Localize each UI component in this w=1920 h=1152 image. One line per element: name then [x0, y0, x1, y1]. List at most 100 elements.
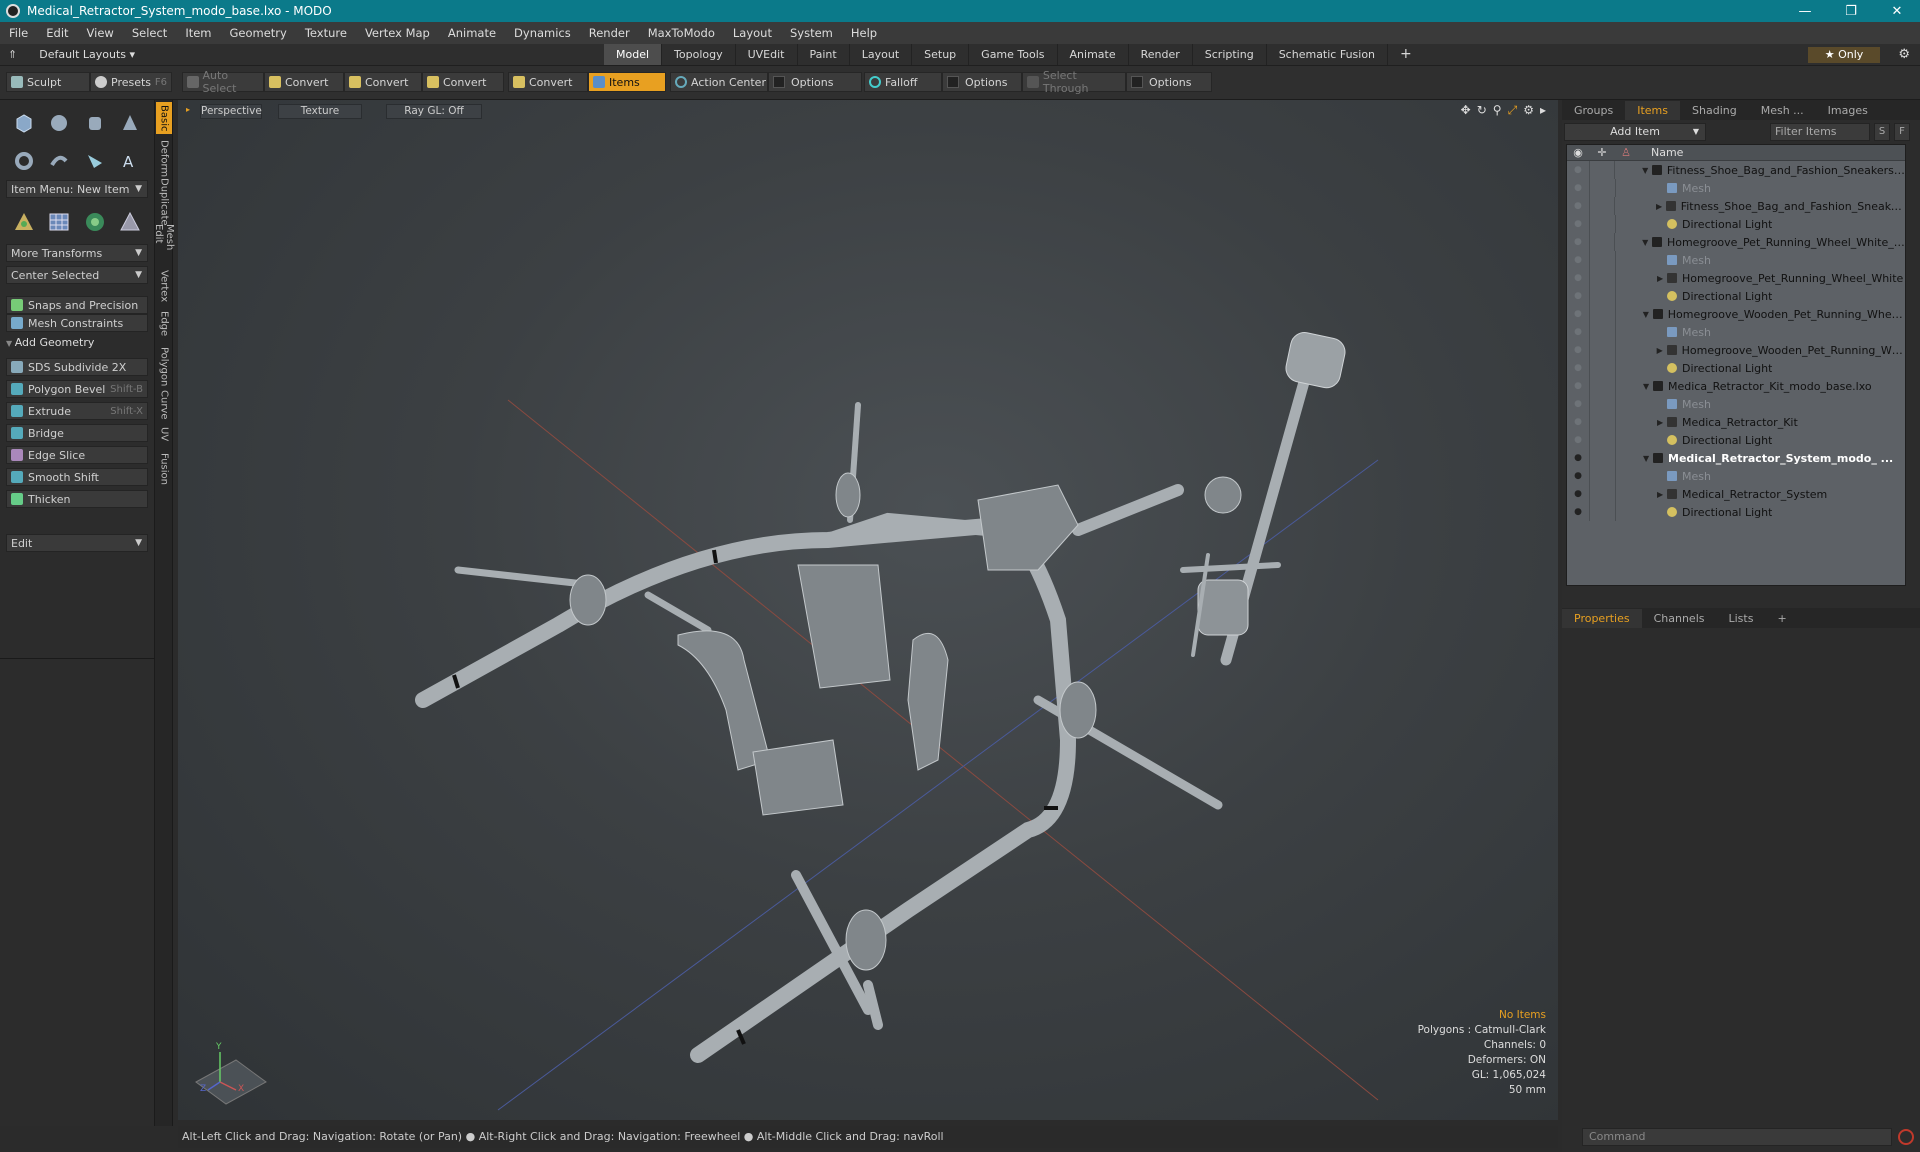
render-cell[interactable]: [1614, 341, 1637, 359]
tree-row[interactable]: ● Mesh: [1567, 323, 1905, 341]
menu-render[interactable]: Render: [580, 26, 639, 40]
render-cell[interactable]: [1615, 467, 1637, 485]
grid-icon[interactable]: [47, 210, 71, 234]
props-tab-channels[interactable]: Channels: [1642, 609, 1717, 628]
visibility-eye-icon[interactable]: ◉: [1567, 146, 1589, 159]
tree-row[interactable]: ● ▶ Homegroove_Wooden_Pet_Running_W ...: [1567, 341, 1905, 359]
visibility-eye-icon[interactable]: ●: [1567, 273, 1589, 283]
3d-viewport[interactable]: ▸ Perspective Texture Ray GL: Off ✥ ↻ ⚲ …: [178, 100, 1558, 1120]
add-item-dropdown[interactable]: Add Item ▼: [1564, 123, 1706, 141]
tab-paint[interactable]: Paint: [798, 44, 850, 65]
menu-view[interactable]: View: [78, 26, 123, 40]
lock-cell[interactable]: [1589, 485, 1615, 503]
menu-layout[interactable]: Layout: [724, 26, 781, 40]
collapsed-triangle-icon[interactable]: ▶: [1657, 346, 1667, 355]
expanded-triangle-icon[interactable]: ▼: [1642, 238, 1652, 247]
visibility-eye-icon[interactable]: ●: [1567, 327, 1589, 337]
tree-row[interactable]: ● Directional Light: [1567, 503, 1905, 521]
render-cell[interactable]: [1615, 179, 1637, 197]
name-column-header[interactable]: Name: [1651, 146, 1683, 159]
thicken-button[interactable]: Thicken: [6, 490, 148, 508]
render-cell[interactable]: [1615, 395, 1637, 413]
lock-cell[interactable]: [1589, 395, 1615, 413]
expanded-triangle-icon[interactable]: ▼: [1642, 166, 1652, 175]
expanded-triangle-icon[interactable]: ▼: [1643, 382, 1653, 391]
visibility-eye-icon[interactable]: ●: [1567, 507, 1589, 517]
tree-row[interactable]: ● Directional Light: [1567, 431, 1905, 449]
render-cell[interactable]: [1615, 503, 1637, 521]
lock-cell[interactable]: [1589, 215, 1615, 233]
menu-system[interactable]: System: [781, 26, 842, 40]
collapsed-triangle-icon[interactable]: ▶: [1656, 202, 1666, 211]
render-cell[interactable]: [1615, 287, 1637, 305]
tube-icon[interactable]: [47, 149, 71, 173]
action-center-button[interactable]: Action Center: [670, 72, 768, 92]
vtab-polygon[interactable]: Polygon: [156, 346, 172, 388]
vtab-deform[interactable]: Deform: [156, 138, 172, 180]
tree-row[interactable]: ● Mesh: [1567, 179, 1905, 197]
lock-cell[interactable]: [1589, 377, 1615, 395]
lock-cell[interactable]: [1589, 467, 1615, 485]
tree-row[interactable]: ● Directional Light: [1567, 359, 1905, 377]
render-cell[interactable]: [1615, 485, 1637, 503]
render-cell[interactable]: [1614, 233, 1636, 251]
render-cell[interactable]: [1615, 359, 1637, 377]
more-transforms-dropdown[interactable]: More Transforms ▼: [6, 244, 148, 262]
render-cell[interactable]: [1614, 161, 1636, 179]
vtab-basic[interactable]: Basic: [156, 102, 172, 134]
gear-icon[interactable]: ⚙: [1898, 47, 1910, 62]
add-geometry-header[interactable]: ▼ Add Geometry: [6, 336, 148, 352]
options-checkbox[interactable]: [947, 76, 959, 88]
lock-cell[interactable]: [1588, 161, 1615, 179]
presets-button[interactable]: Presets F6: [90, 72, 172, 92]
torus-icon[interactable]: [12, 149, 36, 173]
lock-cell[interactable]: [1589, 359, 1615, 377]
visibility-eye-icon[interactable]: ●: [1567, 165, 1589, 175]
lock-cell[interactable]: [1588, 233, 1615, 251]
add-props-tab-icon[interactable]: +: [1765, 609, 1798, 628]
menu-texture[interactable]: Texture: [296, 26, 356, 40]
default-layouts-dropdown[interactable]: Default Layouts ▾: [39, 48, 135, 61]
panel-tab-mesh-[interactable]: Mesh ...: [1749, 101, 1816, 120]
menu-select[interactable]: Select: [123, 26, 176, 40]
select-options[interactable]: Options: [1126, 72, 1212, 92]
minimize-button[interactable]: —: [1782, 4, 1828, 19]
cylinder-icon[interactable]: [83, 111, 107, 135]
visibility-eye-icon[interactable]: ●: [1567, 291, 1589, 301]
tree-row[interactable]: ● Mesh: [1567, 251, 1905, 269]
globe-icon[interactable]: [83, 210, 107, 234]
render-cell[interactable]: [1615, 377, 1637, 395]
options-checkbox[interactable]: [1131, 76, 1143, 88]
maximize-button[interactable]: ❐: [1828, 4, 1874, 19]
panel-tab-items[interactable]: Items: [1625, 100, 1681, 120]
extrude-button[interactable]: Extrude Shift-X: [6, 402, 148, 420]
lock-cell[interactable]: [1589, 431, 1615, 449]
panel-tab-shading[interactable]: Shading: [1680, 101, 1749, 120]
bridge-button[interactable]: Bridge: [6, 424, 148, 442]
visibility-eye-icon[interactable]: ●: [1567, 471, 1589, 481]
panel-tab-groups[interactable]: Groups: [1562, 101, 1625, 120]
command-history-icon[interactable]: [1898, 1129, 1914, 1145]
lock-column-icon[interactable]: ✛: [1589, 146, 1615, 159]
lock-cell[interactable]: [1589, 503, 1615, 521]
tab-model[interactable]: Model: [604, 44, 663, 65]
menu-animate[interactable]: Animate: [439, 26, 505, 40]
lock-cell[interactable]: [1589, 269, 1615, 287]
menu-dynamics[interactable]: Dynamics: [505, 26, 580, 40]
visibility-eye-icon[interactable]: ●: [1567, 219, 1589, 229]
render-cell[interactable]: [1615, 323, 1637, 341]
vtab-fusion[interactable]: Fusion: [156, 450, 172, 488]
vtab-curve[interactable]: Curve: [156, 390, 172, 420]
action-center-options[interactable]: Options: [768, 72, 862, 92]
visibility-eye-icon[interactable]: ●: [1567, 363, 1589, 373]
tree-row[interactable]: ● ▶ Medica_Retractor_Kit: [1567, 413, 1905, 431]
text-icon[interactable]: A: [118, 149, 142, 173]
render-cell[interactable]: [1615, 251, 1637, 269]
tree-row[interactable]: ● ▼ Homegroove_Pet_Running_Wheel_White_ ..…: [1567, 233, 1905, 251]
lock-cell[interactable]: [1588, 197, 1615, 215]
visibility-eye-icon[interactable]: ●: [1567, 255, 1589, 265]
menu-geometry[interactable]: Geometry: [221, 26, 296, 40]
filter-items-input[interactable]: Filter Items: [1770, 123, 1870, 141]
vtab-vertex[interactable]: Vertex: [156, 270, 172, 302]
tree-row[interactable]: ● ▶ Homegroove_Pet_Running_Wheel_White: [1567, 269, 1905, 287]
